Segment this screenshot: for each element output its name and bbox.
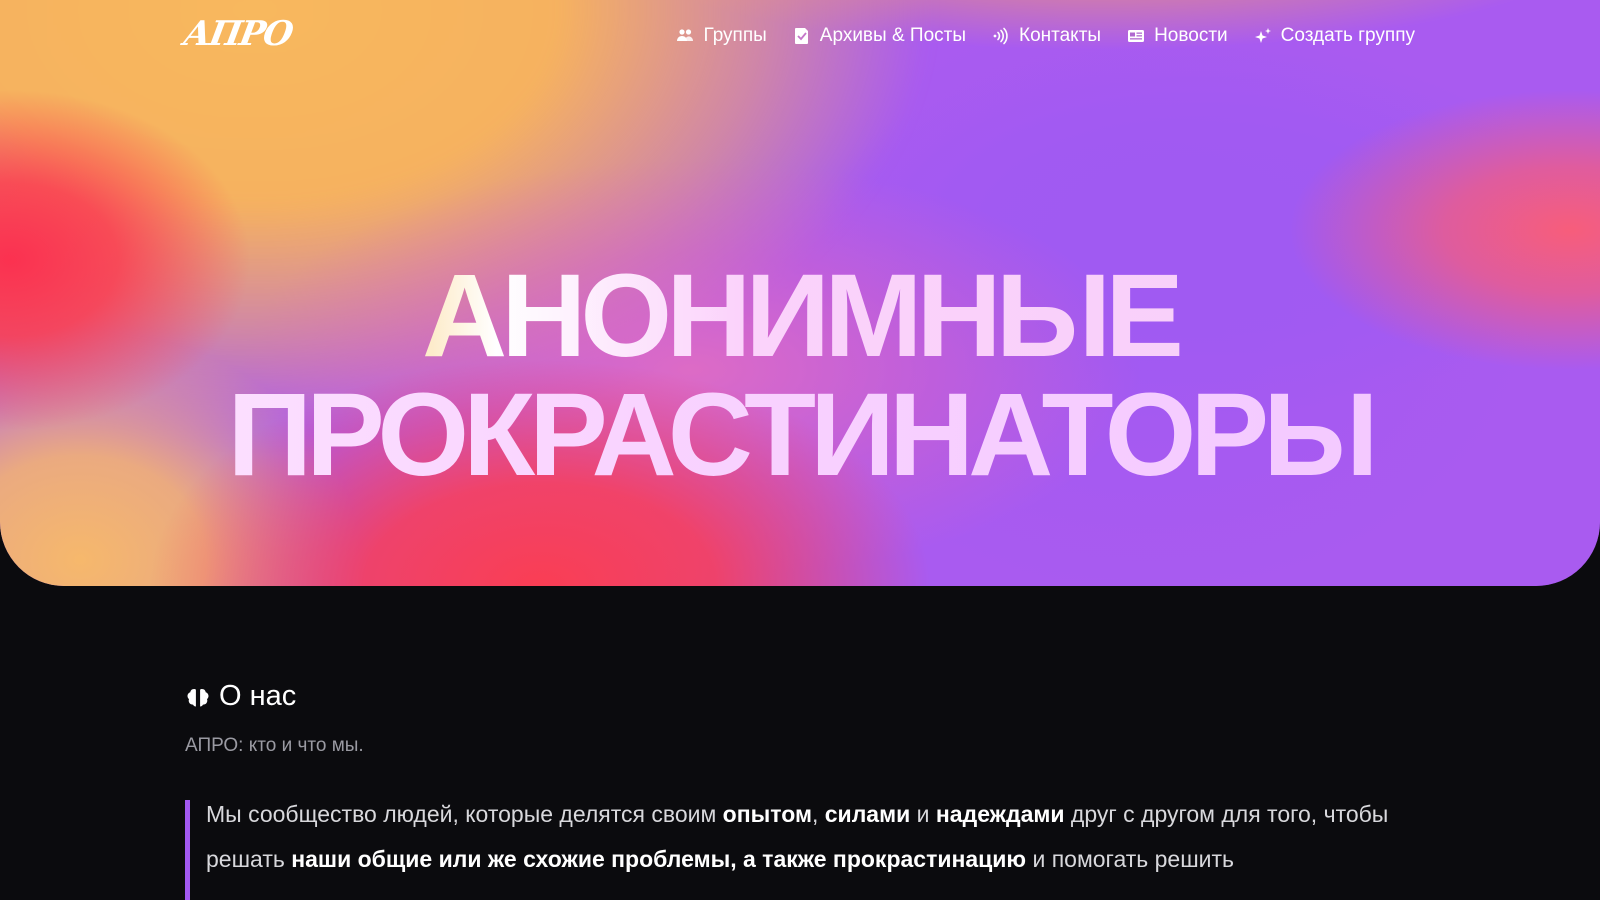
nav-item-label: Контакты [1019,25,1102,46]
quote-bold-experience: опытом [722,801,812,827]
quote-bold-problems: наши общие или же схожие проблемы, а так… [291,846,1027,872]
quote-bold-strength: силами [824,801,911,827]
quote-text-part: Мы сообщество людей, которые делятся сво… [206,801,723,827]
nav-item-archives[interactable]: Архивы & Посты [793,25,966,47]
about-subtitle: АПРО: кто и что мы. [185,735,364,756]
about-title: О нас [219,680,297,712]
nav-item-label: Архивы & Посты [819,25,966,46]
nav-item-contacts[interactable]: Контакты [992,25,1101,47]
page: АПРО Группы Архивы & Посты Контакты Ново… [0,0,1600,900]
about-heading: О нас [185,680,1415,713]
newspaper-icon [1127,27,1145,45]
about-quote-text: Мы сообщество людей, которые делятся сво… [206,792,1415,882]
nav-item-label: Создать группу [1280,25,1415,46]
groups-icon [676,27,694,45]
hero-banner: АПРО Группы Архивы & Посты Контакты Ново… [0,0,1600,586]
quote-text-part: и помогать решить [1026,846,1235,872]
site-logo[interactable]: АПРО [180,14,294,54]
quote-text-part: и [910,801,936,827]
nav-item-label: Новости [1154,25,1228,46]
nav-item-groups[interactable]: Группы [676,25,767,47]
contact-signal-icon [992,27,1010,45]
hero-title-line-2: ПРОКРАСТИНАТОРЫ [0,376,1600,494]
nav-item-create-group[interactable]: Создать группу [1254,25,1415,47]
brain-icon [185,684,211,710]
about-quote: Мы сообщество людей, которые делятся сво… [185,800,1415,900]
main-nav: Группы Архивы & Посты Контакты Новости С… [676,25,1415,47]
nav-item-label: Группы [703,25,767,46]
nav-item-news[interactable]: Новости [1127,25,1228,47]
quote-bold-hopes: надеждами [935,801,1065,827]
hero-title-line-1: АНОНИМНЫЕ [0,257,1600,375]
archive-icon [793,27,811,45]
quote-text-part: , [811,801,825,827]
about-section: О нас АПРО: кто и что мы. Мы сообщество … [185,680,1415,900]
sparkles-icon [1254,27,1272,45]
